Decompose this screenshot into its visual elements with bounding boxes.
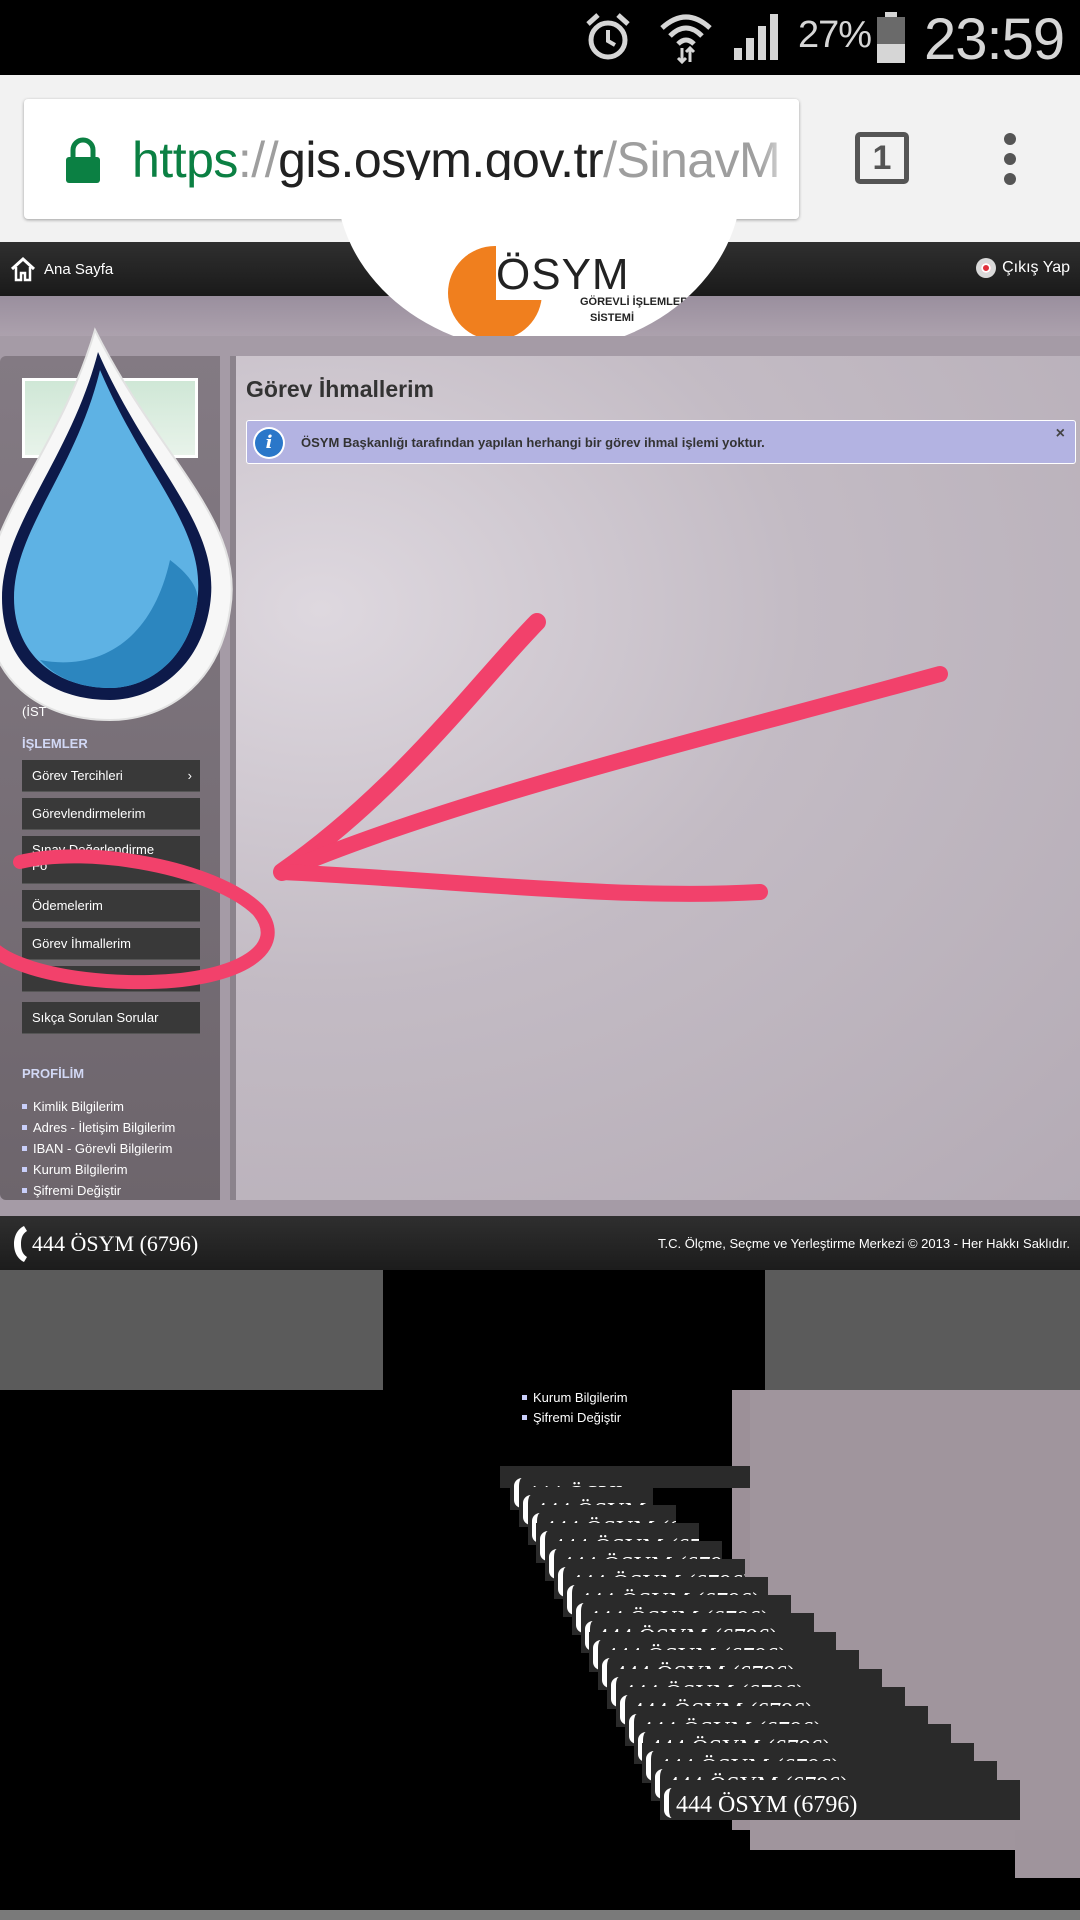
menu-item-gorev-tercihleri[interactable]: Görev Tercihleri › xyxy=(22,760,200,792)
logo-subtitle-1: GÖREVLİ İŞLEMLERİ xyxy=(580,296,692,308)
menu-item-label: Görev Tercihleri xyxy=(32,768,123,783)
main-content: Görev İhmallerim i ÖSYM Başkanlığı taraf… xyxy=(230,356,1080,1200)
profile-link-kurum[interactable]: Kurum Bilgilerim xyxy=(22,1159,175,1180)
page-title: Görev İhmallerim xyxy=(246,376,434,402)
ghost-phone-text: 444 ÖSYM (6796) xyxy=(676,1792,858,1818)
phone-icon xyxy=(14,1226,27,1262)
power-icon xyxy=(976,258,997,278)
menu-item-label: Ödemelerim xyxy=(32,898,103,913)
profile-link-iban[interactable]: IBAN - Görevli Bilgilerim xyxy=(22,1138,175,1159)
home-link-label: Ana Sayfa xyxy=(44,260,114,278)
cell-signal-icon xyxy=(734,14,778,60)
home-icon xyxy=(10,256,36,282)
alert-message: ÖSYM Başkanlığı tarafından yapılan herha… xyxy=(301,435,765,450)
logo-title: ÖSYM xyxy=(496,250,630,299)
battery-icon xyxy=(877,12,905,63)
wifi-icon xyxy=(660,14,712,64)
ghost-profile-link: Şifremi Değiştir xyxy=(522,1410,621,1425)
ghost-profile-link: Kurum Bilgilerim xyxy=(522,1390,628,1405)
logout-label: Çıkış Yap xyxy=(1002,259,1070,276)
artifact-block xyxy=(765,1270,1080,1390)
menu-item-odemelerim[interactable]: Ödemelerim xyxy=(22,890,200,922)
status-bar: 27% 23:59 xyxy=(0,0,1080,75)
phone-badge: 444 ÖSYM (6796) xyxy=(12,1224,198,1264)
clock: 23:59 xyxy=(924,7,1065,72)
menu-item-label: Görevlendirmelerim xyxy=(32,806,146,821)
info-alert: i ÖSYM Başkanlığı tarafından yapılan her… xyxy=(246,420,1076,464)
profile-links: Kimlik Bilgilerim Adres - İletişim Bilgi… xyxy=(22,1096,175,1201)
sidebar: (İST İŞLEMLER Görev Tercihleri › Görevle… xyxy=(0,356,220,1200)
operations-heading: İŞLEMLER xyxy=(22,736,88,751)
profile-heading: PROFİLİM xyxy=(22,1066,85,1081)
alert-close-button[interactable]: × xyxy=(1056,425,1065,443)
menu-item-label-line2: Fo xyxy=(32,858,48,873)
chevron-right-icon: › xyxy=(187,768,192,783)
profile-link-sifre[interactable]: Şifremi Değiştir xyxy=(22,1180,175,1201)
profile-link-kimlik[interactable]: Kimlik Bilgilerim xyxy=(22,1096,175,1117)
url-fade xyxy=(759,99,799,219)
menu-item-sinav-degerlendirme[interactable]: Sınav Değerlendirme Fo xyxy=(22,836,200,884)
tab-switcher-button[interactable]: 1 xyxy=(855,132,909,184)
alarm-clock-icon xyxy=(586,13,630,60)
menu-item-gorevlendirmelerim[interactable]: Görevlendirmelerim xyxy=(22,798,200,830)
artifact-block xyxy=(0,1270,383,1390)
overflow-menu-icon[interactable] xyxy=(996,133,1024,185)
menu-item-label: Görev İhmallerim xyxy=(32,936,131,951)
page-body: (İST İŞLEMLER Görev Tercihleri › Görevle… xyxy=(0,336,1080,1216)
menu-item-hidden[interactable] xyxy=(22,966,200,992)
avatar xyxy=(22,378,198,458)
menu-item-gorev-ihmallerim[interactable]: Görev İhmallerim xyxy=(22,928,200,960)
render-artifact-area: Kurum Bilgilerim Şifremi Değiştir 444 ÖS… xyxy=(0,1270,1080,1920)
home-link[interactable]: Ana Sayfa xyxy=(10,256,113,282)
ghost-footer-bar: 444 ÖSYM (6796) xyxy=(660,1780,1020,1820)
artifact-block xyxy=(0,1910,1080,1920)
menu-item-label: Sıkça Sorulan Sorular xyxy=(32,1010,159,1025)
profile-link-adres[interactable]: Adres - İletişim Bilgilerim xyxy=(22,1117,175,1138)
copyright: T.C. Ölçme, Seçme ve Yerleştirme Merkezi… xyxy=(658,1236,1070,1251)
lock-icon xyxy=(66,137,100,183)
info-icon: i xyxy=(255,429,283,457)
logo-subtitle-2: SİSTEMİ xyxy=(590,312,635,324)
menu-item-label: Sınav Değerlendirme xyxy=(32,842,155,857)
battery-percent: 27% xyxy=(798,14,872,56)
menu-item-sss[interactable]: Sıkça Sorulan Sorular xyxy=(22,1002,200,1034)
logout-link[interactable]: Çıkış Yap xyxy=(976,258,1070,278)
site-footer: 444 ÖSYM (6796) T.C. Ölçme, Seçme ve Yer… xyxy=(0,1216,1080,1270)
phone-number: 444 ÖSYM (6796) xyxy=(32,1231,199,1256)
user-name-fragment: (İST xyxy=(22,704,47,719)
